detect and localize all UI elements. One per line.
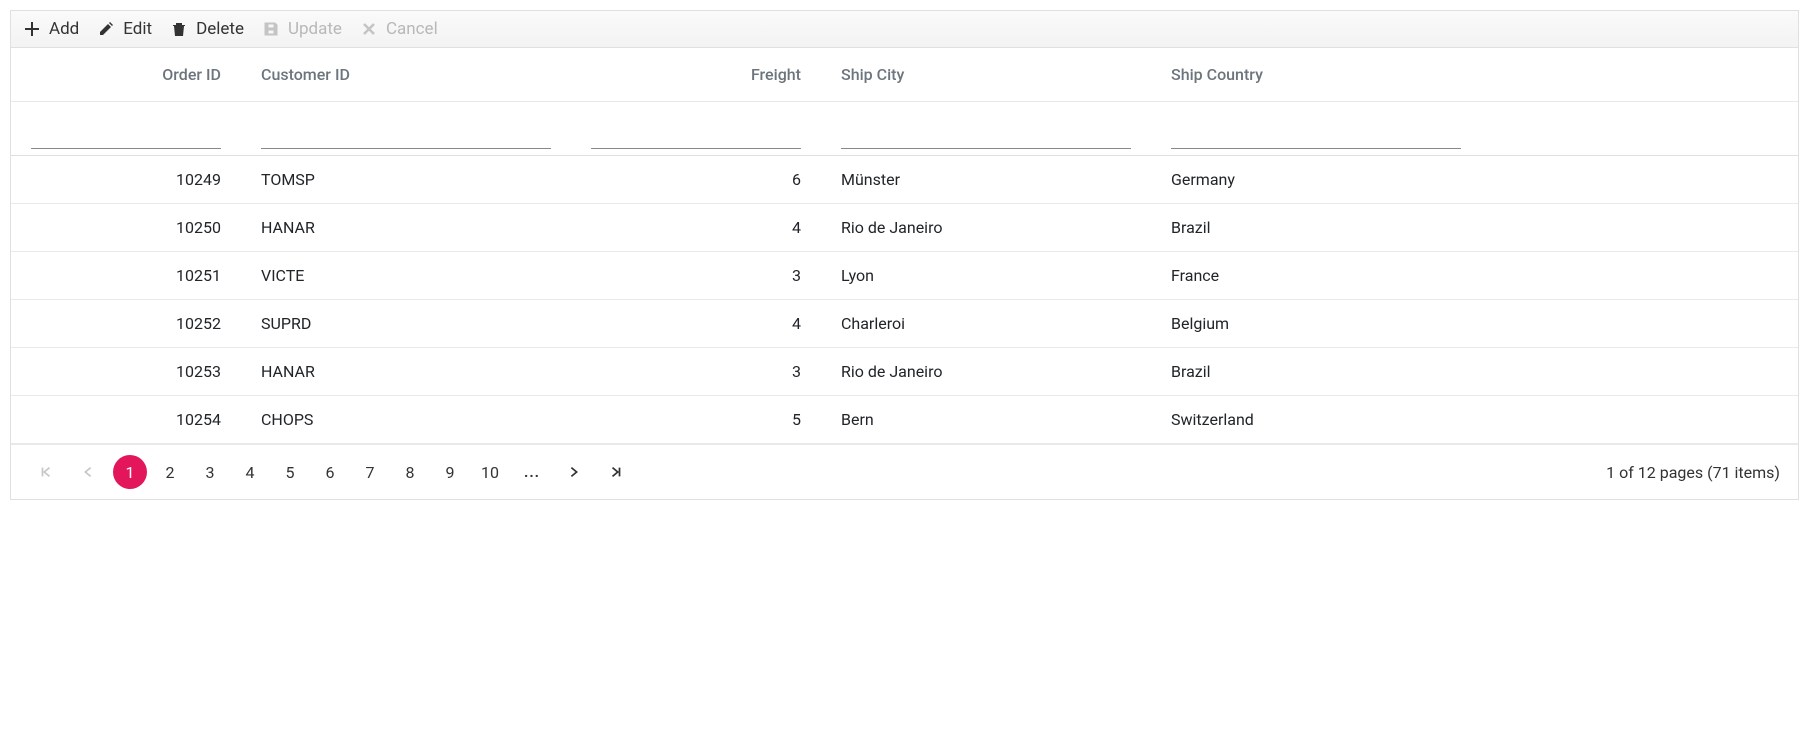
cell-ship-country: Brazil bbox=[1151, 362, 1481, 381]
pager-page-1[interactable]: 1 bbox=[113, 455, 147, 489]
cell-ship-city: Bern bbox=[821, 410, 1151, 429]
cell-ship-country: Belgium bbox=[1151, 314, 1481, 333]
cell-customer-id: SUPRD bbox=[241, 314, 571, 333]
pager-page-3[interactable]: 3 bbox=[193, 455, 227, 489]
column-header-freight[interactable]: Freight bbox=[571, 65, 821, 84]
cell-freight: 5 bbox=[571, 410, 821, 429]
pager-page-4[interactable]: 4 bbox=[233, 455, 267, 489]
delete-button[interactable]: Delete bbox=[170, 19, 244, 39]
close-icon bbox=[360, 20, 378, 38]
cell-ship-city: Charleroi bbox=[821, 314, 1151, 333]
pager-first-button bbox=[29, 455, 63, 489]
cancel-label: Cancel bbox=[386, 19, 438, 39]
add-button[interactable]: Add bbox=[23, 19, 79, 39]
cell-order-id: 10253 bbox=[11, 362, 241, 381]
column-header-customer-id[interactable]: Customer ID bbox=[241, 65, 571, 84]
cell-ship-city: Münster bbox=[821, 170, 1151, 189]
edit-label: Edit bbox=[123, 19, 152, 39]
data-grid: Add Edit Delete Update Cancel bbox=[10, 10, 1799, 500]
cell-customer-id: HANAR bbox=[241, 362, 571, 381]
pencil-icon bbox=[97, 20, 115, 38]
pager-page-9[interactable]: 9 bbox=[433, 455, 467, 489]
pager-next-button[interactable] bbox=[557, 455, 591, 489]
filter-ship-city[interactable] bbox=[841, 123, 1131, 149]
cell-customer-id: CHOPS bbox=[241, 410, 571, 429]
pager-page-10[interactable]: 10 bbox=[473, 455, 507, 489]
cell-ship-city: Rio de Janeiro bbox=[821, 218, 1151, 237]
pager-last-button[interactable] bbox=[599, 455, 633, 489]
plus-icon bbox=[23, 20, 41, 38]
pager-info: 1 of 12 pages (71 items) bbox=[1606, 463, 1780, 482]
edit-button[interactable]: Edit bbox=[97, 19, 152, 39]
table-row[interactable]: 10254CHOPS5BernSwitzerland bbox=[11, 396, 1798, 444]
cell-freight: 4 bbox=[571, 218, 821, 237]
cell-order-id: 10251 bbox=[11, 266, 241, 285]
filter-customer-id[interactable] bbox=[261, 123, 551, 149]
table-row[interactable]: 10250HANAR4Rio de JaneiroBrazil bbox=[11, 204, 1798, 252]
rows-container: 10249TOMSP6MünsterGermany10250HANAR4Rio … bbox=[11, 156, 1798, 444]
cell-customer-id: HANAR bbox=[241, 218, 571, 237]
filter-row bbox=[11, 102, 1798, 156]
cell-customer-id: VICTE bbox=[241, 266, 571, 285]
save-icon bbox=[262, 20, 280, 38]
pager-page-8[interactable]: 8 bbox=[393, 455, 427, 489]
pager-page-6[interactable]: 6 bbox=[313, 455, 347, 489]
cell-ship-country: Germany bbox=[1151, 170, 1481, 189]
cell-ship-country: Brazil bbox=[1151, 218, 1481, 237]
cell-order-id: 10250 bbox=[11, 218, 241, 237]
column-header-ship-country[interactable]: Ship Country bbox=[1151, 65, 1481, 84]
cell-order-id: 10254 bbox=[11, 410, 241, 429]
pager-ellipsis[interactable]: ... bbox=[515, 463, 549, 481]
cell-freight: 3 bbox=[571, 266, 821, 285]
delete-label: Delete bbox=[196, 19, 244, 39]
update-label: Update bbox=[288, 19, 342, 39]
cancel-button: Cancel bbox=[360, 19, 438, 39]
filter-order-id[interactable] bbox=[31, 123, 221, 149]
table-row[interactable]: 10249TOMSP6MünsterGermany bbox=[11, 156, 1798, 204]
update-button: Update bbox=[262, 19, 342, 39]
pager: 12345678910 ... 1 of 12 pages (71 items) bbox=[11, 444, 1798, 499]
cell-ship-city: Rio de Janeiro bbox=[821, 362, 1151, 381]
pager-page-2[interactable]: 2 bbox=[153, 455, 187, 489]
filter-freight[interactable] bbox=[591, 123, 801, 149]
header-row: Order ID Customer ID Freight Ship City S… bbox=[11, 48, 1798, 102]
cell-ship-city: Lyon bbox=[821, 266, 1151, 285]
table-row[interactable]: 10253HANAR3Rio de JaneiroBrazil bbox=[11, 348, 1798, 396]
pager-prev-button bbox=[71, 455, 105, 489]
column-header-order-id[interactable]: Order ID bbox=[11, 65, 241, 84]
cell-order-id: 10252 bbox=[11, 314, 241, 333]
cell-customer-id: TOMSP bbox=[241, 170, 571, 189]
filter-ship-country[interactable] bbox=[1171, 123, 1461, 149]
cell-freight: 4 bbox=[571, 314, 821, 333]
pager-page-7[interactable]: 7 bbox=[353, 455, 387, 489]
cell-order-id: 10249 bbox=[11, 170, 241, 189]
table-row[interactable]: 10252SUPRD4CharleroiBelgium bbox=[11, 300, 1798, 348]
table-row[interactable]: 10251VICTE3LyonFrance bbox=[11, 252, 1798, 300]
cell-ship-country: Switzerland bbox=[1151, 410, 1481, 429]
cell-freight: 3 bbox=[571, 362, 821, 381]
cell-freight: 6 bbox=[571, 170, 821, 189]
pager-page-5[interactable]: 5 bbox=[273, 455, 307, 489]
column-header-ship-city[interactable]: Ship City bbox=[821, 65, 1151, 84]
cell-ship-country: France bbox=[1151, 266, 1481, 285]
add-label: Add bbox=[49, 19, 79, 39]
toolbar: Add Edit Delete Update Cancel bbox=[11, 11, 1798, 48]
trash-icon bbox=[170, 20, 188, 38]
